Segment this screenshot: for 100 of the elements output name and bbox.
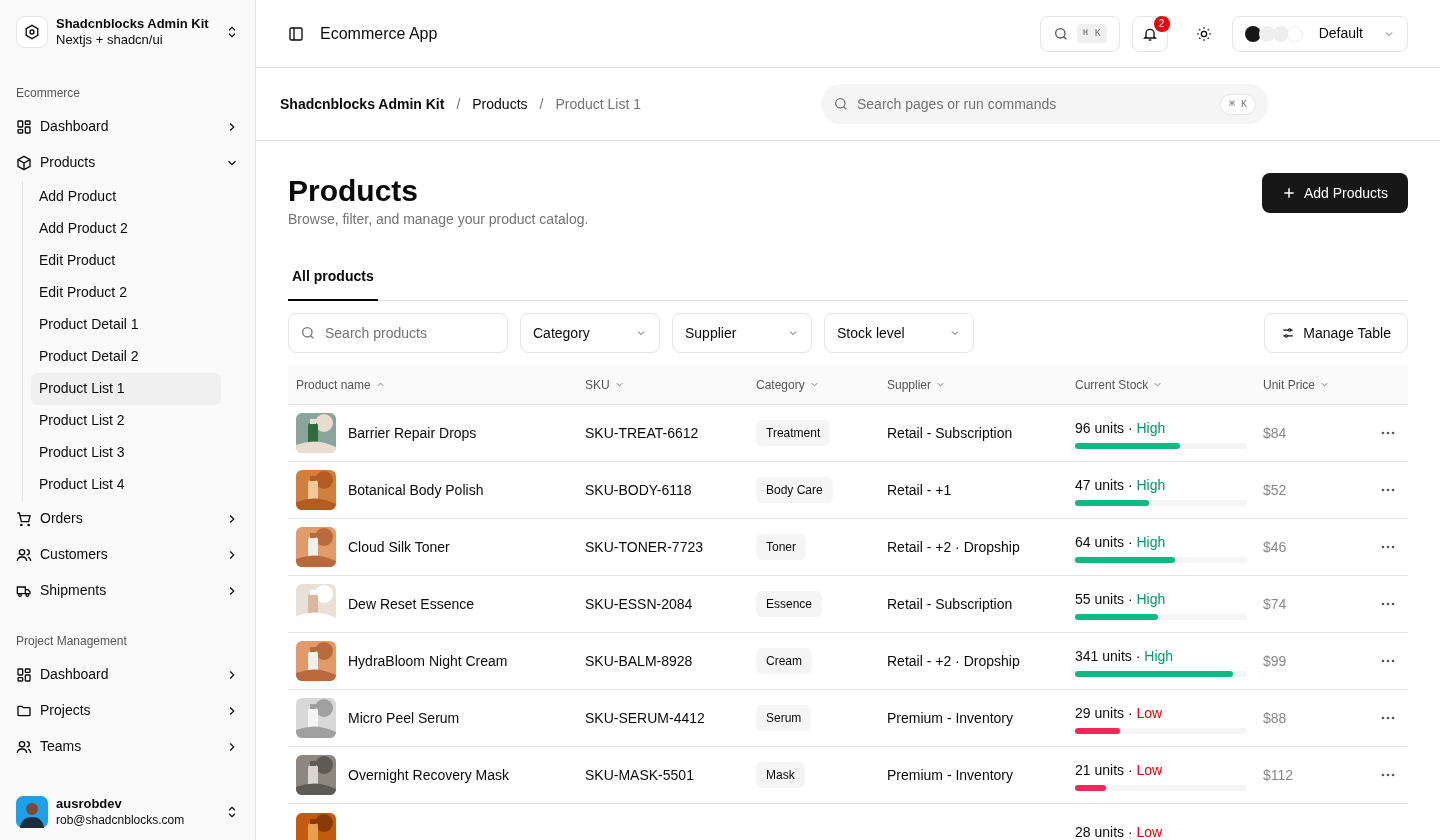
sliders-icon [1281,326,1296,340]
search-icon [300,325,316,341]
table-cell-text: Premium - Inventory [887,765,1015,785]
manage-table-button[interactable]: Manage Table [1264,313,1408,353]
filter-dropdown[interactable]: Stock level [824,313,974,353]
table-cell-text: Retail - +2 · Dropship [887,651,1021,671]
sidebar-subitem[interactable]: Add Product 2 [31,212,221,245]
category-tag: Essence [756,591,823,617]
shortcut-hint: ⌘ K [1076,24,1107,43]
table-cell-text: $46 [1263,537,1288,557]
category-tag: Body Care [756,477,833,503]
notification-count: 2 [1153,15,1170,32]
sidebar-toggle-icon[interactable] [288,25,304,42]
column-header[interactable]: Supplier [887,375,932,394]
section-label: Ecommerce [15,84,81,102]
column-header[interactable]: Current Stock [1075,375,1149,394]
table-cell-text: $52 [1263,480,1288,500]
more-icon[interactable] [1381,716,1395,720]
product-name: HydraBloom Night Cream [348,651,508,671]
product-name: Barrier Repair Drops [348,423,477,443]
sidebar-subitem[interactable]: Edit Product [31,244,221,277]
category-tag: Mask [756,762,805,788]
product-name: Botanical Body Polish [348,480,484,500]
dashboard-icon [16,118,32,135]
table-cell-text: Retail - +2 · Dropship [887,537,1021,557]
theme-toggle-icon[interactable] [1195,25,1212,42]
column-header[interactable]: Product name [296,375,371,394]
product-name: Dew Reset Essence [348,594,475,614]
stock-count: 341 units · High [1075,646,1175,666]
workspace-subtitle: Nextjs + shadcn/ui [56,32,164,49]
product-name: Micro Peel Serum [348,708,460,728]
stock-count: 28 units · Low [1075,823,1164,840]
more-icon[interactable] [1381,545,1395,549]
stock-count: 55 units · High [1075,589,1167,609]
app-title: Ecommerce App [320,23,438,44]
sidebar-item[interactable]: Teams [8,728,247,765]
sidebar-subitem[interactable]: Product List 4 [31,468,221,501]
table-cell-text: Retail - Subscription [887,423,1014,443]
more-icon[interactable] [1381,773,1395,777]
table-cell-text: SKU-BALM-8928 [585,651,694,671]
logo-icon [16,16,48,49]
tab[interactable]: All products [288,266,378,301]
add-products-button[interactable]: Add Products [1261,173,1408,213]
sidebar-item[interactable]: Dashboard [8,108,247,145]
user-email: rob@shadcnblocks.com [56,812,186,828]
sidebar-subitem[interactable]: Product List 1 [31,372,221,405]
sidebar-subitem[interactable]: Product List 3 [31,436,221,469]
theme-select[interactable]: Default [1231,15,1408,52]
page-title: Products [288,173,420,209]
column-header[interactable]: Unit Price [1263,375,1315,394]
table-cell-text: SKU-TONER-7723 [585,537,704,557]
filter-dropdown[interactable]: Supplier [672,313,812,353]
category-tag: Treatment [756,420,831,446]
column-header[interactable]: Category [756,375,805,394]
more-icon[interactable] [1381,488,1395,492]
sidebar-item[interactable]: Shipments [8,572,247,609]
section-label: Project Management [15,632,128,650]
sidebar-subitem[interactable]: Add Product [31,180,221,213]
more-icon[interactable] [1381,602,1395,606]
stock-count: 21 units · Low [1075,760,1164,780]
table-cell-text: SKU-ESSN-2084 [585,594,694,614]
more-icon[interactable] [1381,431,1395,435]
table-cell-text: $112 [1263,765,1295,785]
table-cell-text: Premium - Inventory [887,708,1015,728]
sidebar-item[interactable]: Dashboard [8,656,247,693]
sidebar-subitem[interactable]: Product List 2 [31,404,221,437]
sidebar-subitem[interactable]: Edit Product 2 [31,276,221,309]
table-cell-text: Retail - +1 [887,480,953,500]
sidebar-item[interactable]: Projects [8,692,247,729]
box-icon [16,154,32,171]
stock-count: 47 units · High [1075,475,1167,495]
table-cell-text: SKU-TREAT-6612 [585,423,700,443]
sidebar-subitem[interactable]: Product Detail 2 [31,340,221,373]
users-icon [16,546,32,563]
sidebar-item[interactable]: Customers [8,536,247,573]
search-button[interactable]: ⌘ K [1039,15,1120,52]
breadcrumb-current[interactable]: Product List 1 [555,93,642,115]
more-icon[interactable] [1381,659,1395,663]
filter-dropdown[interactable]: Category [520,313,660,353]
dashboard-icon [16,666,32,683]
sidebar-subitem[interactable]: Product Detail 1 [31,308,221,341]
sidebar-item[interactable]: Products [8,144,247,181]
stock-count: 29 units · Low [1075,703,1164,723]
column-header[interactable]: SKU [585,375,610,394]
table-cell-text: $88 [1263,708,1288,728]
avatar [16,796,48,828]
user-name: ausrobdev [56,796,123,813]
table-cell-text: SKU-BODY-6118 [585,480,693,500]
breadcrumb-link[interactable]: Products [472,93,528,115]
plus-icon [1281,186,1296,200]
color-swatch [1258,25,1275,42]
product-name: Overnight Recovery Mask [348,765,510,785]
stock-count: 64 units · High [1075,532,1167,552]
search-field[interactable]: Search products [288,313,508,353]
table-cell-text: $74 [1263,594,1288,614]
breadcrumb-link[interactable]: Shadcnblocks Admin Kit [280,93,445,115]
table-cell-text: $99 [1263,651,1288,671]
category-tag: Serum [756,705,812,731]
category-tag: Cream [756,648,812,674]
sidebar-item[interactable]: Orders [8,500,247,537]
